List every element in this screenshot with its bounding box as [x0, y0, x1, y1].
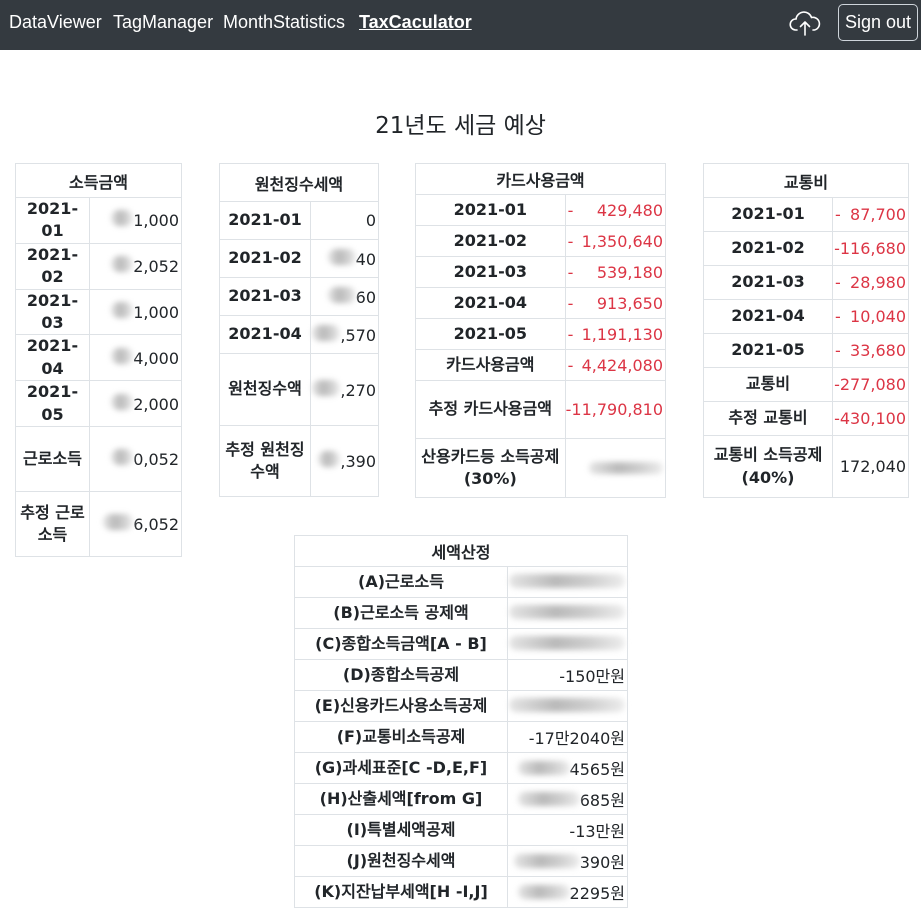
tax-row-label: (K)지잔납부세액[H -I,J] [294, 876, 508, 908]
card-row-label: 2021-04 [415, 287, 566, 319]
withholding-row-value: ,570 [310, 315, 379, 354]
withholding-row-label: 원천징수액 [219, 353, 311, 426]
tax-row-label: (G)과세표준[C -D,E,F] [294, 752, 508, 784]
transport-row-value: -33,680 [832, 333, 909, 368]
card-row-value: -1,350,640 [564, 225, 667, 257]
card-row-label: 2021-05 [415, 318, 566, 350]
income-header: 소득금액 [15, 163, 182, 198]
income-row-value: 4,000 [89, 334, 182, 382]
tax-table: 세액산정 (A)근로소득 (B)근로소득 공제액 (C)종합소득금액[A - B… [294, 535, 628, 908]
card-row-value: -913,650 [564, 287, 667, 319]
transport-row-label: 추정 교통비 [703, 401, 833, 436]
withholding-header: 원천징수세액 [219, 163, 379, 202]
card-row-label: 산용카드등 소득공제(30%) [415, 438, 566, 498]
card-header: 카드사용금액 [415, 163, 666, 195]
transport-row-label: 교통비 소득공제(40%) [703, 435, 833, 498]
card-table: 카드사용금액 2021-01-429,480 2021-02-1,350,640… [415, 163, 667, 498]
transport-row-label: 2021-05 [703, 333, 833, 368]
navbar: DataViewer TagManager MonthStatistics Ta… [0, 0, 921, 50]
withholding-row-label: 추정 원천징수액 [219, 425, 311, 497]
card-row-value [564, 438, 667, 498]
tax-row-label: (H)산출세액[from G] [294, 783, 508, 815]
card-row-label: 2021-03 [415, 256, 566, 288]
tax-row-value: 4565원 [507, 752, 628, 784]
tax-row-value [507, 566, 628, 598]
tax-row-label: (D)종합소득공제 [294, 659, 508, 691]
withholding-row-value: ,390 [310, 425, 379, 497]
income-row-value: 1,000 [89, 288, 182, 336]
tax-row-label: (A)근로소득 [294, 566, 508, 598]
transport-row-value: -430,100 [832, 401, 909, 436]
transport-row-label: 교통비 [703, 367, 833, 402]
transport-row-value: -87,700 [832, 197, 909, 232]
transport-row-value: -10,040 [832, 299, 909, 334]
card-row-value: -11,790,810 [564, 380, 667, 439]
withholding-row-label: 2021-02 [219, 239, 311, 278]
income-table: 소득금액 2021-01 1,000 2021-02 2,052 2021-03 1,… [15, 163, 182, 557]
withholding-table: 원천징수세액 2021-01 0 2021-02 40 2021-03 60 2021… [219, 163, 379, 497]
income-row-label: 2021-03 [15, 288, 90, 336]
withholding-row-value: 60 [310, 277, 379, 316]
withholding-row-value: ,270 [310, 353, 379, 426]
nav-tagmanager[interactable]: TagManager [113, 12, 213, 33]
transport-header: 교통비 [703, 163, 909, 198]
card-row-label: 추정 카드사용금액 [415, 380, 566, 439]
tax-row-label: (C)종합소득금액[A - B] [294, 628, 508, 660]
cloud-upload-icon[interactable] [789, 8, 821, 38]
tax-row-value: -150만원 [507, 659, 628, 691]
card-row-label: 카드사용금액 [415, 349, 566, 381]
income-row-value: 2,052 [89, 242, 182, 290]
card-row-label: 2021-02 [415, 225, 566, 257]
income-row-label: 추정 근로소득 [15, 490, 90, 557]
withholding-row-label: 2021-01 [219, 201, 311, 240]
tax-row-label: (J)원천징수세액 [294, 845, 508, 877]
withholding-row-label: 2021-04 [219, 315, 311, 354]
nav-monthstatistics[interactable]: MonthStatistics [223, 12, 345, 33]
nav-dataviewer[interactable]: DataViewer [9, 12, 102, 33]
income-row-value: 1,000 [89, 197, 182, 244]
transport-row-label: 2021-02 [703, 231, 833, 266]
tax-row-label: (B)근로소득 공제액 [294, 597, 508, 629]
income-row-value: 6,052 [89, 490, 182, 557]
income-row-label: 근로소득 [15, 425, 90, 492]
income-row-label: 2021-04 [15, 334, 90, 382]
tax-row-value [507, 597, 628, 629]
withholding-row-value: 0 [310, 201, 379, 240]
income-row-label: 2021-05 [15, 380, 90, 427]
transport-row-label: 2021-03 [703, 265, 833, 300]
card-row-value: -539,180 [564, 256, 667, 288]
tax-row-value: 2295원 [507, 876, 628, 908]
transport-row-value: -28,980 [832, 265, 909, 300]
income-row-label: 2021-01 [15, 197, 90, 244]
tax-row-value [507, 628, 628, 660]
card-row-value: -4,424,080 [564, 349, 667, 381]
tax-row-label: (F)교통비소득공제 [294, 721, 508, 753]
tax-row-value: -13만원 [507, 814, 628, 846]
tax-row-value: 685원 [507, 783, 628, 815]
nav-taxcaculator[interactable]: TaxCaculator [359, 12, 472, 33]
card-row-label: 2021-01 [415, 194, 566, 226]
sign-out-button[interactable]: Sign out [838, 4, 918, 41]
withholding-row-label: 2021-03 [219, 277, 311, 316]
transport-table: 교통비 2021-01-87,700 2021-02 -116,680 2021-… [703, 163, 909, 498]
income-row-value: 0,052 [89, 425, 182, 492]
withholding-row-value: 40 [310, 239, 379, 278]
card-row-value: -429,480 [564, 194, 667, 226]
tax-row-value [507, 690, 628, 722]
page-title: 21년도 세금 예상 [375, 113, 546, 139]
transport-row-label: 2021-04 [703, 299, 833, 334]
tax-row-label: (I)특별세액공제 [294, 814, 508, 846]
transport-row-value: -116,680 [832, 231, 909, 266]
transport-row-label: 2021-01 [703, 197, 833, 232]
income-row-value: 2,000 [89, 380, 182, 427]
tax-row-label: (E)신용카드사용소득공제 [294, 690, 508, 722]
income-row-label: 2021-02 [15, 242, 90, 290]
tax-row-value: -17만2040원 [507, 721, 628, 753]
tax-header: 세액산정 [294, 535, 628, 567]
card-row-value: -1,191,130 [564, 318, 667, 350]
transport-row-value: -277,080 [832, 367, 909, 402]
tax-row-value: 390원 [507, 845, 628, 877]
transport-row-value: 172,040 [832, 435, 909, 498]
